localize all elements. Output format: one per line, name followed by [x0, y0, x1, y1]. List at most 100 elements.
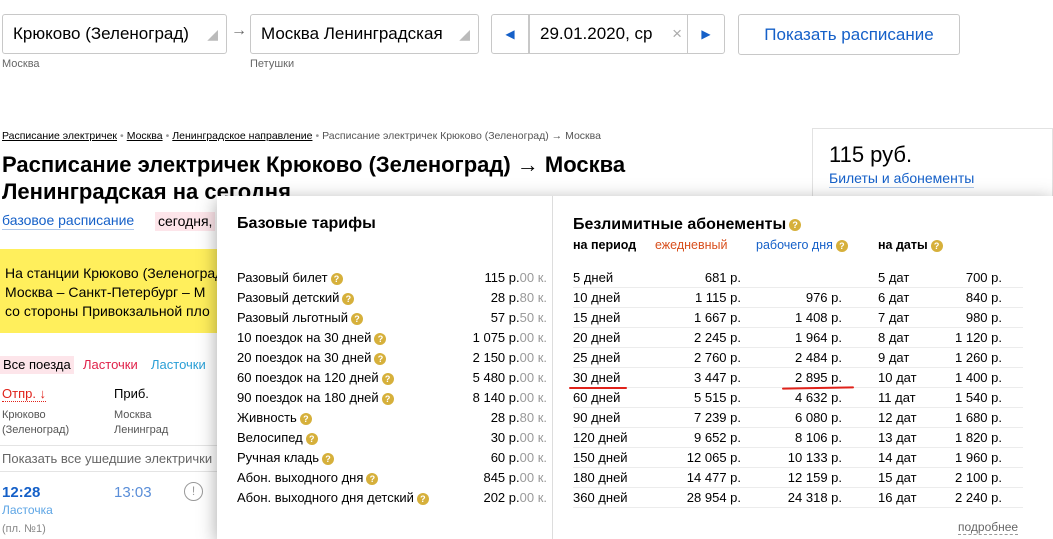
tariff-kop: 00 к.	[519, 330, 547, 345]
tariff-name: Разовый билет	[237, 270, 328, 285]
today-tab[interactable]: сегодня,	[155, 212, 216, 231]
help-icon[interactable]: ?	[835, 239, 848, 252]
daily-price-cell: 3 447 р.	[694, 370, 741, 385]
show-schedule-button[interactable]: Показать расписание	[738, 14, 960, 55]
train-departure-time[interactable]: 12:28	[2, 484, 40, 501]
breadcrumb-current: Расписание электричек Крюково (Зеленогра…	[322, 130, 601, 142]
departure-column-header[interactable]: Отпр. ↓	[2, 386, 47, 402]
tariff-name: 90 поездок на 180 дней	[237, 390, 379, 405]
breadcrumb-separator: •	[165, 130, 170, 142]
daily-header: ежедневный	[655, 238, 728, 252]
tickets-link[interactable]: Билеты и абонементы	[829, 170, 975, 188]
to-station-value: Москва Ленинградская	[261, 24, 443, 43]
workday-price-cell: 6 080 р.	[795, 410, 842, 425]
next-date-button[interactable]: ▶	[687, 14, 725, 54]
tariff-row: 10 поездок на 30 дней? 1 075 р.00 к.	[237, 328, 547, 348]
daily-price-cell: 7 239 р.	[694, 410, 741, 425]
tariff-kop: 00 к.	[519, 370, 547, 385]
tariff-price: 2 150 р.00 к.	[473, 348, 547, 368]
dates-cell: 11 дат	[878, 390, 916, 405]
show-departed-link[interactable]: Показать все ушедшие электрички	[2, 451, 227, 466]
base-schedule-link[interactable]: базовое расписание	[2, 212, 135, 230]
breadcrumb-item[interactable]: Ленинградское направление	[172, 130, 312, 142]
divider	[0, 471, 230, 472]
dates-cell: 10 дат	[878, 370, 917, 385]
daily-price-cell: 2 245 р.	[694, 330, 741, 345]
tariff-price: 28 р.80 к.	[491, 288, 547, 308]
tariff-kop: 80 к.	[519, 410, 547, 425]
departure-station: Крюково (Зеленоград)	[2, 408, 69, 438]
row-divider	[573, 507, 1023, 508]
dates-cell: 12 дат	[878, 410, 917, 425]
dates-price-cell: 1 540 р.	[955, 390, 1002, 405]
dates-cell: 6 дат	[878, 290, 910, 305]
help-icon[interactable]: ?	[330, 272, 343, 285]
tariff-rub: 5 480 р.	[472, 370, 520, 385]
filter-lastochki-2[interactable]: Ласточки	[148, 356, 209, 374]
tariff-rub: 57 р.	[490, 310, 520, 325]
help-icon[interactable]: ?	[381, 372, 394, 385]
help-icon[interactable]: ?	[305, 432, 318, 445]
tariff-name: 20 поездок на 30 дней	[237, 350, 372, 365]
train-arrival-time: 13:03	[114, 484, 152, 501]
unlimited-row: 30 дней 3 447 р. 2 895 р. 10 дат 1 400 р.	[573, 368, 1023, 388]
unlimited-row: 90 дней 7 239 р. 6 080 р. 12 дат 1 680 р.	[573, 408, 1023, 428]
tariff-price: 845 р.00 к.	[483, 468, 547, 488]
dates-price-cell: 1 820 р.	[955, 430, 1002, 445]
help-icon[interactable]: ?	[322, 452, 335, 465]
tariff-name: Велосипед	[237, 430, 303, 445]
filter-lastochki[interactable]: Ласточки	[80, 356, 141, 374]
tariff-rub: 1 075 р.	[472, 330, 520, 345]
period-cell: 60 дней	[573, 390, 621, 405]
help-icon[interactable]: ?	[381, 392, 394, 405]
unlimited-row: 20 дней 2 245 р. 1 964 р. 8 дат 1 120 р.	[573, 328, 1023, 348]
dates-price-cell: 1 680 р.	[955, 410, 1002, 425]
dates-cell: 14 дат	[878, 450, 917, 465]
help-icon[interactable]: ?	[351, 312, 363, 325]
tariff-kop: 80 к.	[519, 290, 547, 305]
tariff-row: Разовый льготный? 57 р.50 к.	[237, 308, 547, 328]
breadcrumb-item[interactable]: Расписание электричек	[2, 130, 117, 142]
help-icon[interactable]: ?	[374, 352, 387, 365]
workday-price-cell: 10 133 р.	[787, 450, 842, 465]
date-input[interactable]: 29.01.2020, ср ×	[529, 14, 688, 54]
period-cell: 180 дней	[573, 470, 628, 485]
dates-header-text: на даты	[878, 238, 928, 252]
help-icon[interactable]: ?	[342, 292, 355, 305]
tariff-name: Абон. выходного дня	[237, 470, 364, 485]
workday-price-cell: 8 106 р.	[795, 430, 842, 445]
help-icon[interactable]: ?	[374, 332, 387, 345]
help-icon[interactable]: ?	[789, 218, 802, 231]
tariff-price: 5 480 р.00 к.	[473, 368, 547, 388]
base-tariffs-table: Разовый билет? 115 р.00 к. Разовый детский…	[237, 268, 547, 508]
more-details-link[interactable]: подробнее	[958, 521, 1019, 535]
dates-cell: 9 дат	[878, 350, 910, 365]
unlimited-row: 150 дней 12 065 р. 10 133 р. 14 дат 1 960 р.	[573, 448, 1023, 468]
arrival-column-header[interactable]: Приб.	[114, 386, 149, 401]
tariff-rub: 60 р.	[490, 450, 520, 465]
train-icon: ◢	[459, 26, 470, 42]
from-station-value: Крюково (Зеленоград)	[13, 24, 189, 43]
help-icon[interactable]: ?	[416, 492, 429, 505]
tariff-rub: 28 р.	[490, 290, 520, 305]
help-icon[interactable]: ?	[930, 239, 943, 252]
tariff-name: 10 поездок на 30 дней	[237, 330, 372, 345]
from-station-input[interactable]: Крюково (Зеленоград) ◢	[2, 14, 227, 54]
help-icon[interactable]: ?	[299, 412, 312, 425]
clear-date-icon[interactable]: ×	[672, 15, 682, 53]
daily-price-cell: 5 515 р.	[694, 390, 741, 405]
tariff-rub: 8 140 р.	[472, 390, 520, 405]
tariff-kop: 50 к.	[519, 310, 547, 325]
info-icon[interactable]: !	[184, 482, 203, 501]
daily-price-cell: 2 760 р.	[694, 350, 741, 365]
breadcrumb-item[interactable]: Москва	[127, 130, 163, 142]
prev-date-button[interactable]: ◀	[491, 14, 529, 54]
unlimited-row: 360 дней 28 954 р. 24 318 р. 16 дат 2 240 р.	[573, 488, 1023, 508]
tariff-name: Абон. выходного дня детский	[237, 490, 414, 505]
to-station-input[interactable]: Москва Ленинградская ◢	[250, 14, 479, 54]
from-station-region: Москва	[2, 58, 40, 70]
help-icon[interactable]: ?	[366, 472, 379, 485]
filter-all-trains[interactable]: Все поезда	[0, 356, 74, 374]
tariff-price: 30 р.00 к.	[491, 428, 547, 448]
tariff-price: 8 140 р.00 к.	[473, 388, 547, 408]
